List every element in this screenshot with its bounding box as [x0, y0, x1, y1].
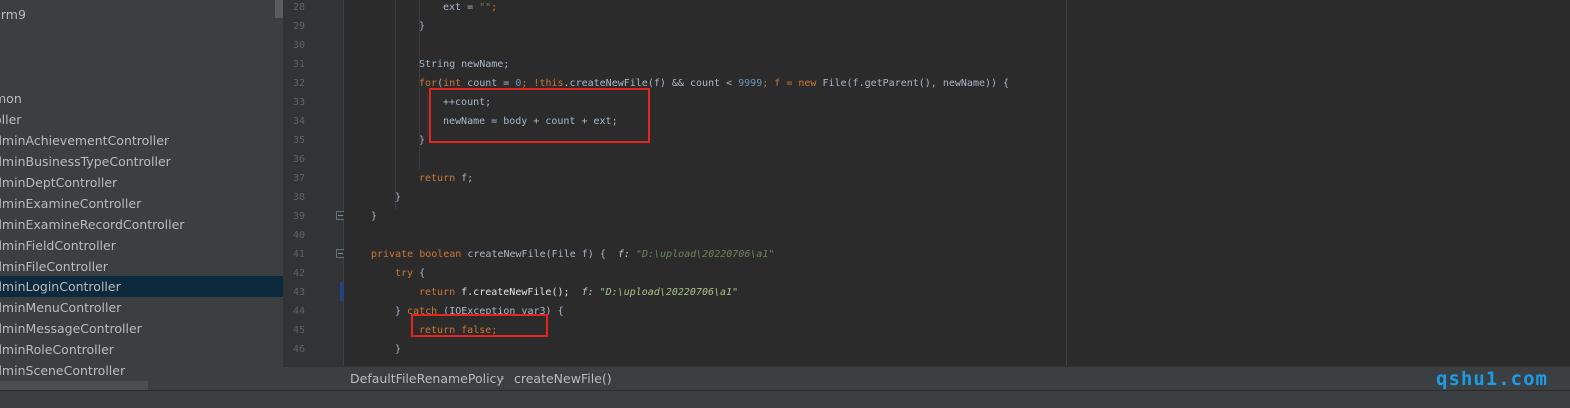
tree-item-label: oller [0, 112, 22, 127]
code-line-31: String newName; [419, 59, 510, 70]
code-line-41: private boolean createNewFile(File f) { … [371, 249, 775, 260]
tree-item-label: dminRoleController [0, 342, 114, 357]
line-number: 46 [292, 344, 305, 355]
tree-item[interactable]: dminMenuController [0, 297, 283, 318]
tree-item-label: dminExamineRecordController [0, 217, 185, 232]
tree-item[interactable]: dminDeptController [0, 172, 283, 193]
line-number: 37 [292, 173, 305, 184]
annotation-box-return-false [411, 314, 548, 337]
tree-item-label: dminSceneController [0, 363, 126, 378]
tree-item[interactable]: dminExamineRecordController [0, 214, 283, 235]
project-tree-panel: crm9 mon oller dminAchievementController… [0, 0, 283, 390]
tree-item-label: dminFileController [0, 259, 108, 274]
line-number: 41 [292, 249, 305, 260]
line-number-gutter[interactable]: 28 29 30 31 32 33 34 35 36 37 38 39 40 4… [283, 0, 344, 366]
line-number: 38 [292, 192, 305, 203]
tree-item-label: dminBusinessTypeController [0, 154, 171, 169]
right-margin-guide [1066, 0, 1067, 366]
line-number: 32 [292, 78, 305, 89]
line-number: 34 [292, 116, 305, 127]
line-number: 36 [292, 154, 305, 165]
indent-guide [427, 93, 428, 137]
tree-item-label: dminFieldController [0, 238, 116, 253]
breadcrumb-class[interactable]: DefaultFileRenamePolicy [350, 371, 504, 386]
line-number: 45 [292, 325, 305, 336]
tree-item[interactable]: dminRoleController [0, 339, 283, 360]
line-number: 31 [292, 59, 305, 70]
indent-guide [395, 0, 396, 210]
tree-item-label: dminDeptController [0, 175, 118, 190]
code-line-28: ext = ""; [443, 2, 498, 13]
breadcrumb-method[interactable]: createNewFile() [514, 371, 612, 386]
code-line-29: } [419, 21, 426, 32]
tree-item[interactable]: dminMessageController [0, 318, 283, 339]
tree-item-label: dminMessageController [0, 321, 142, 336]
code-line-37: return f; [419, 173, 474, 184]
tree-item[interactable]: dminExamineController [0, 193, 283, 214]
line-number: 40 [292, 230, 305, 241]
tree-item-label: dminLoginController [0, 279, 121, 294]
tree-item-label: mon [0, 91, 22, 106]
code-line-38: } [395, 192, 402, 203]
code-editor[interactable]: ext = ""; } String newName; for(int coun… [344, 0, 1570, 366]
line-number: 39 [292, 211, 305, 222]
tree-item-label: dminAchievementController [0, 133, 170, 148]
tree-item[interactable]: dminFieldController [0, 235, 283, 256]
tree-item[interactable]: mon [0, 88, 283, 109]
line-number: 29 [292, 21, 305, 32]
line-number: 30 [292, 40, 305, 51]
line-number: 44 [292, 306, 305, 317]
line-number: 43 [292, 287, 305, 298]
status-bar [0, 390, 1570, 408]
tree-item[interactable]: crm9 [0, 4, 283, 25]
line-number: 28 [292, 2, 305, 13]
watermark: qshu1.com [1436, 368, 1548, 390]
tree-horizontal-scrollbar[interactable] [0, 381, 148, 390]
annotation-box-loop-body [429, 88, 650, 143]
line-number: 42 [292, 268, 305, 279]
code-line-39: } [371, 211, 378, 222]
code-line-35: } [419, 135, 426, 146]
tree-item-selected[interactable]: dminLoginController [0, 276, 283, 297]
tree-vertical-scrollbar[interactable] [275, 0, 283, 18]
line-number: 35 [292, 135, 305, 146]
tree-item[interactable]: dminSceneController [0, 360, 283, 381]
code-line-46: } [395, 344, 402, 355]
breadcrumb-separator: › [500, 371, 505, 385]
line-number: 33 [292, 97, 305, 108]
code-line-43: return f.createNewFile(); f: "D:\upload\… [419, 287, 739, 298]
tree-item[interactable]: dminFileController [0, 256, 283, 277]
code-line-42: try { [395, 268, 426, 279]
tree-item-label: dminExamineController [0, 196, 142, 211]
tree-item[interactable]: dminAchievementController [0, 130, 283, 151]
tree-item[interactable]: oller [0, 109, 283, 130]
tree-item-label: crm9 [0, 7, 26, 22]
tree-item-label: dminMenuController [0, 300, 122, 315]
tree-item[interactable]: dminBusinessTypeController [0, 151, 283, 172]
breadcrumb: DefaultFileRenamePolicy › createNewFile(… [283, 366, 1570, 391]
